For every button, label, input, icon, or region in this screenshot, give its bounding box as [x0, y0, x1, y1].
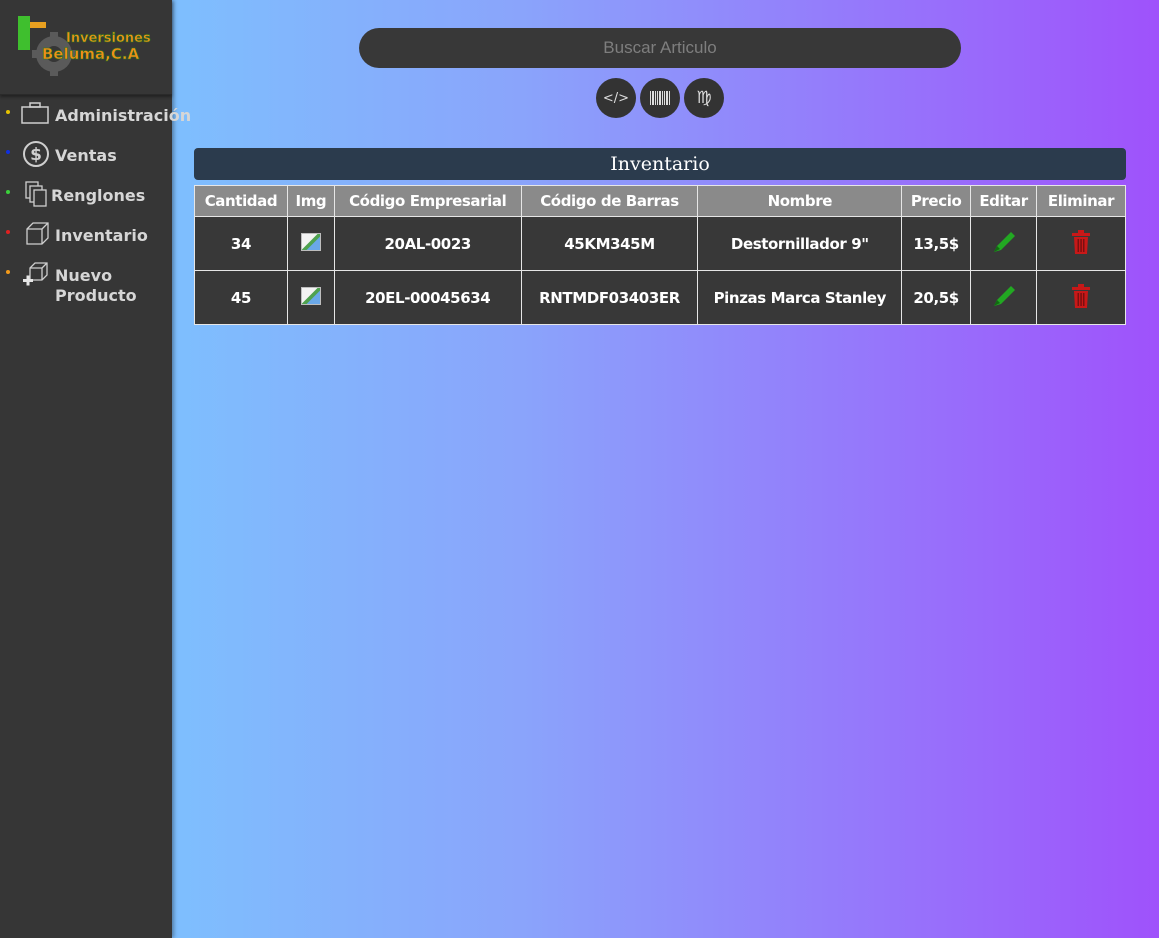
- cell-codigo-barras: RNTMDF03403ER: [520, 270, 699, 325]
- briefcase-icon: [21, 102, 49, 124]
- column-header-eliminar[interactable]: Eliminar: [1036, 185, 1126, 217]
- column-header-codigo-barras[interactable]: Código de Barras: [520, 185, 699, 217]
- column-header-precio[interactable]: Precio: [901, 185, 972, 217]
- cell-codigo-empresarial: 20EL-00045634: [333, 270, 522, 325]
- cell-editar: [970, 270, 1038, 325]
- table-header-row: Cantidad Img Código Empresarial Código d…: [194, 185, 1126, 217]
- trash-icon: [1072, 283, 1090, 308]
- delete-button[interactable]: [1072, 283, 1090, 308]
- barcode-icon: [650, 91, 670, 105]
- sidebar-item-nuevo-producto[interactable]: Nuevo Producto: [0, 260, 172, 306]
- column-header-cantidad[interactable]: Cantidad: [194, 185, 288, 217]
- sidebar-item-inventario[interactable]: Inventario: [0, 220, 172, 250]
- cell-img: [286, 270, 335, 325]
- virgo-button[interactable]: ♍: [684, 78, 724, 118]
- bullet-dot: [6, 110, 10, 114]
- sidebar-item-ventas[interactable]: $ Ventas: [0, 140, 172, 170]
- cell-img: [286, 216, 335, 271]
- cell-eliminar: [1036, 216, 1126, 271]
- pen-icon: [993, 285, 1015, 306]
- svg-text:$: $: [30, 145, 42, 165]
- trash-icon: [1072, 229, 1090, 254]
- broken-image-icon[interactable]: [300, 286, 321, 305]
- cell-nombre: Destornillador 9": [697, 216, 903, 271]
- search-input[interactable]: [359, 28, 961, 68]
- edit-button[interactable]: [991, 283, 1017, 309]
- edit-button[interactable]: [991, 229, 1017, 255]
- dollar-icon: $: [23, 141, 49, 167]
- delete-button[interactable]: [1072, 229, 1090, 254]
- column-header-codigo-empresarial[interactable]: Código Empresarial: [333, 185, 522, 217]
- copy-icon: [25, 181, 47, 207]
- broken-image-icon[interactable]: [300, 232, 321, 251]
- cell-codigo-empresarial: 20AL-0023: [333, 216, 522, 271]
- cell-codigo-barras: 45KM345M: [520, 216, 699, 271]
- box-icon: [26, 222, 49, 245]
- inventory-table: Cantidad Img Código Empresarial Código d…: [194, 185, 1126, 325]
- bullet-dot: [6, 150, 10, 154]
- bullet-dot: [6, 190, 10, 194]
- pen-icon: [993, 231, 1015, 252]
- add-box-icon: [23, 262, 48, 286]
- cell-nombre: Pinzas Marca Stanley: [697, 270, 903, 325]
- sidebar-item-label: Renglones: [51, 186, 146, 205]
- table-row: 34 20AL-0023 45KM345M Destornillador 9" …: [194, 216, 1126, 271]
- code-icon: </>: [602, 90, 630, 106]
- cell-cantidad: 34: [194, 216, 288, 271]
- table-caption: Inventario: [194, 148, 1126, 180]
- table-row: 45 20EL-00045634 RNTMDF03403ER Pinzas Ma…: [194, 270, 1126, 325]
- cell-cantidad: 45: [194, 270, 288, 325]
- bullet-dot: [6, 270, 10, 274]
- sidebar-item-label: Inventario: [55, 226, 148, 245]
- logo-area: Inversiones Beluma,C.A: [0, 0, 172, 95]
- cell-precio: 20,5$: [901, 270, 972, 325]
- sidebar-item-label-line1: Nuevo: [55, 266, 113, 285]
- sidebar-item-label: Administración: [55, 106, 192, 125]
- company-logo[interactable]: Inversiones Beluma,C.A: [14, 12, 164, 78]
- sidebar-item-administracion[interactable]: Administración: [0, 100, 191, 130]
- cell-eliminar: [1036, 270, 1126, 325]
- code-button[interactable]: </>: [596, 78, 636, 118]
- sidebar-item-label-line2: Producto: [55, 286, 137, 305]
- svg-text:Beluma,C.A: Beluma,C.A: [42, 45, 140, 63]
- bullet-dot: [6, 230, 10, 234]
- cell-precio: 13,5$: [901, 216, 972, 271]
- sidebar-item-label: Ventas: [55, 146, 117, 165]
- barcode-button[interactable]: [640, 78, 680, 118]
- column-header-img[interactable]: Img: [286, 185, 335, 217]
- sidebar-item-renglones[interactable]: Renglones: [0, 180, 172, 210]
- virgo-icon: ♍: [696, 88, 712, 108]
- cell-editar: [970, 216, 1038, 271]
- column-header-nombre[interactable]: Nombre: [697, 185, 903, 217]
- column-header-editar[interactable]: Editar: [970, 185, 1038, 217]
- sidebar: Inversiones Beluma,C.A Administración $ …: [0, 0, 191, 938]
- svg-text:Inversiones: Inversiones: [66, 31, 151, 46]
